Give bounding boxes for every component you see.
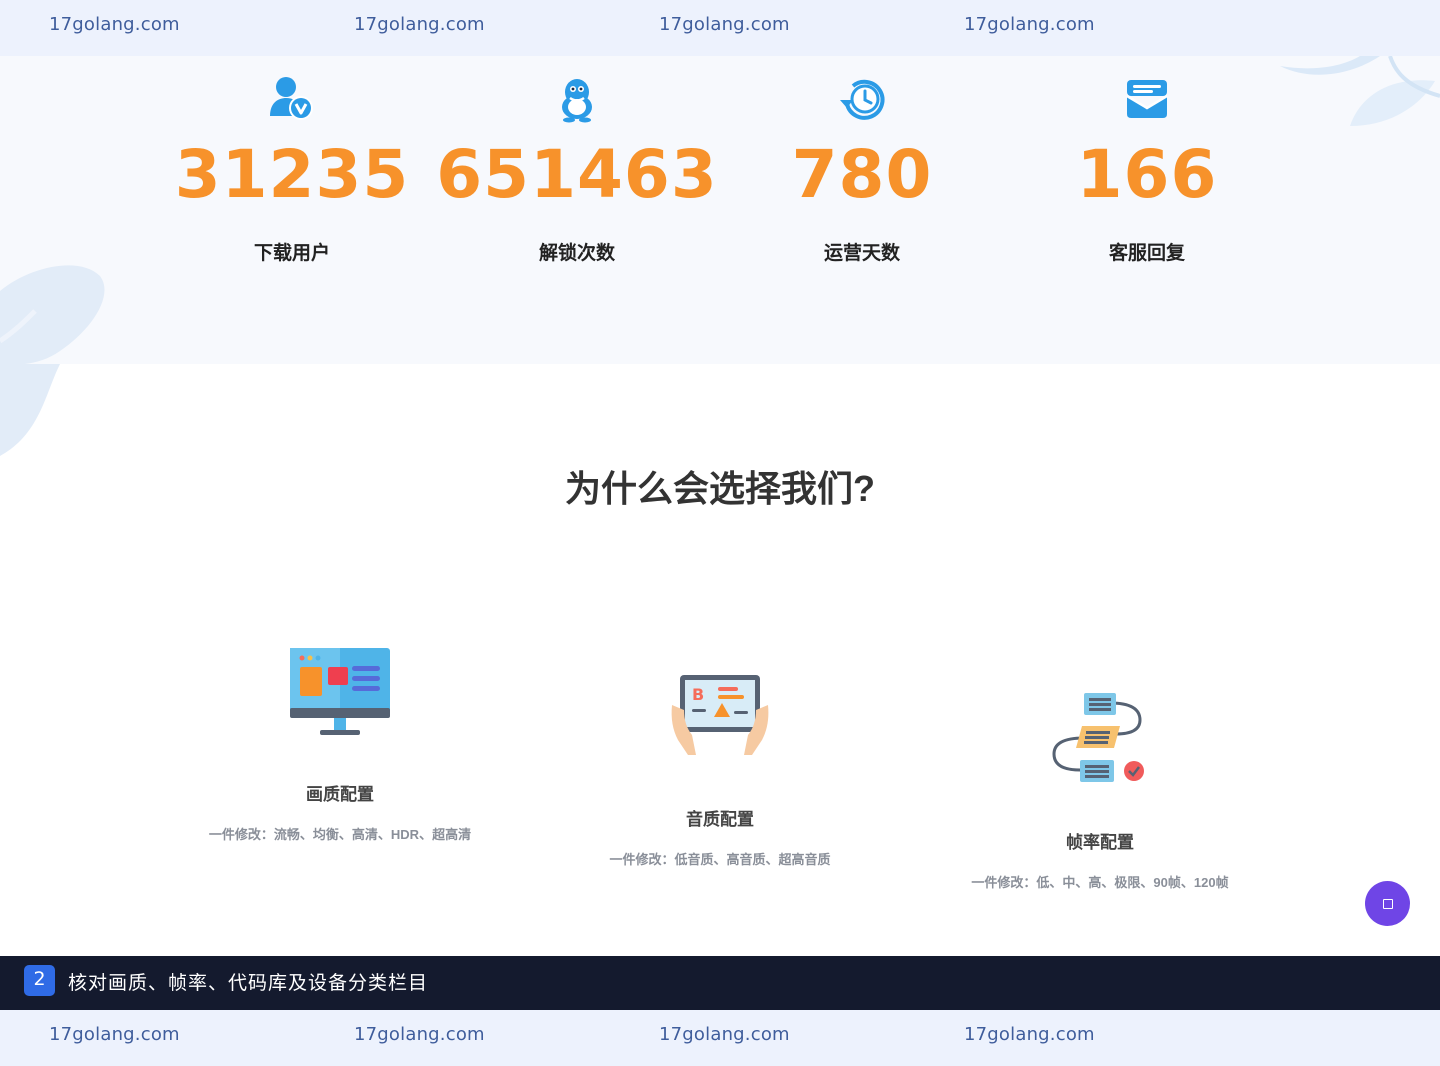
stat-value: 166 xyxy=(1076,136,1218,213)
stat-value: 651463 xyxy=(436,136,718,213)
watermark-bar-bottom: 17golang.com 17golang.com 17golang.com 1… xyxy=(0,1010,1440,1066)
feature-description: 一件修改：低、中、高、极限、90帧、120帧 xyxy=(971,875,1229,890)
step-number-badge: 2 xyxy=(24,965,55,996)
svg-text:B: B xyxy=(692,685,704,704)
step-caption-text: 核对画质、帧率、代码库及设备分类栏目 xyxy=(68,973,429,994)
stat-label: 运营天数 xyxy=(823,243,900,264)
feature-title: 画质配置 xyxy=(306,785,374,804)
watermark-text: 17golang.com xyxy=(354,14,485,35)
workflow-list-icon xyxy=(1052,693,1144,782)
watermark-text: 17golang.com xyxy=(964,1024,1095,1045)
feature-description: 一件修改：流畅、均衡、高清、HDR、超高清 xyxy=(208,827,472,842)
stat-value: 31235 xyxy=(174,136,410,213)
stat-label: 下载用户 xyxy=(253,243,330,264)
watermark-text: 17golang.com xyxy=(659,1024,790,1045)
watermark-text: 17golang.com xyxy=(49,14,180,35)
leaf-decoration-icon xyxy=(0,364,60,456)
section-title: 为什么会选择我们? xyxy=(565,468,875,509)
tablet-hands-icon: B xyxy=(671,675,769,755)
watermark-text: 17golang.com xyxy=(354,1024,485,1045)
clock-history-icon xyxy=(840,79,885,120)
leaf-decoration-icon xyxy=(1280,56,1440,126)
stat-label: 客服回复 xyxy=(1108,243,1185,264)
stat-value: 780 xyxy=(791,136,933,213)
watermark-text: 17golang.com xyxy=(49,1024,180,1045)
stat-label: 解锁次数 xyxy=(538,243,615,264)
mail-icon xyxy=(1126,80,1168,118)
qq-penguin-icon xyxy=(562,79,592,123)
watermark-text: 17golang.com xyxy=(964,14,1095,35)
watermark-bar-top: 17golang.com 17golang.com 17golang.com 1… xyxy=(0,0,1440,56)
watermark-text: 17golang.com xyxy=(659,14,790,35)
feature-title: 音质配置 xyxy=(686,810,754,829)
square-icon xyxy=(1382,898,1393,909)
verified-user-icon xyxy=(270,77,313,120)
step-caption-bar: 2 核对画质、帧率、代码库及设备分类栏目 xyxy=(0,956,1440,1010)
floating-action-button[interactable] xyxy=(1365,881,1410,926)
feature-title: 帧率配置 xyxy=(1066,833,1134,852)
feature-description: 一件修改：低音质、高音质、超高音质 xyxy=(609,852,831,867)
stats-section: 31235 下载用户 651463 解锁次数 780 运营天数 166 客服回复 xyxy=(0,56,1440,364)
leaf-decoration-icon xyxy=(0,265,105,364)
monitor-dashboard-icon xyxy=(290,648,390,735)
